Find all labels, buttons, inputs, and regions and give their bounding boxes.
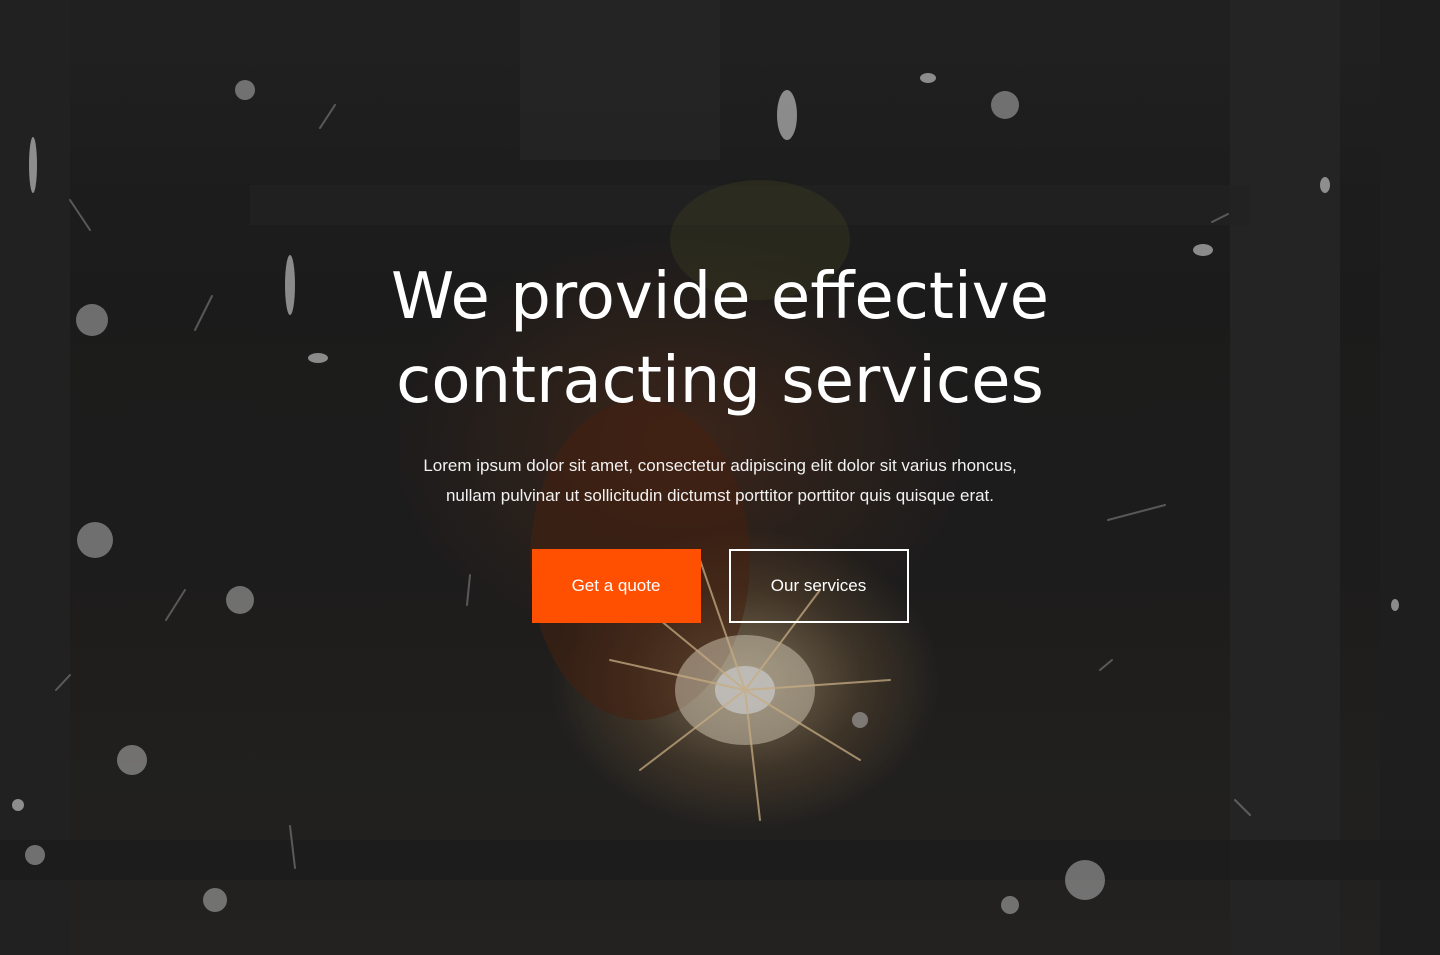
hero-content: We provide effective contracting service… xyxy=(0,255,1440,623)
get-a-quote-button[interactable]: Get a quote xyxy=(531,549,701,623)
hero-subtitle-line-1: Lorem ipsum dolor sit amet, consectetur … xyxy=(423,456,1017,475)
hero-title-line-1: We provide effective xyxy=(390,260,1050,334)
hero-title: We provide effective contracting service… xyxy=(270,255,1170,423)
our-services-button[interactable]: Our services xyxy=(728,549,909,623)
hero-buttons: Get a quote Our services xyxy=(0,549,1440,623)
hero-subtitle-line-2: nullam pulvinar ut sollicitudin dictumst… xyxy=(445,486,995,505)
hero-title-line-2: contracting services xyxy=(396,344,1044,418)
hero-subtitle: Lorem ipsum dolor sit amet, consectetur … xyxy=(400,451,1040,511)
hero-section: We provide effective contracting service… xyxy=(0,0,1440,955)
